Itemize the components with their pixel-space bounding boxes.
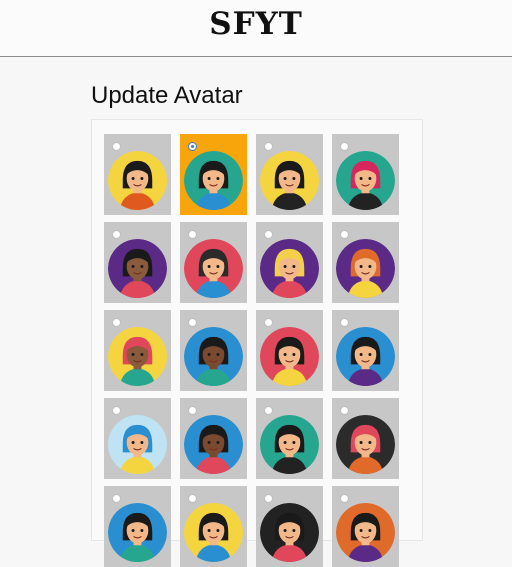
avatar-radio[interactable]	[340, 494, 349, 503]
page-title: Update Avatar	[91, 82, 243, 109]
man-red-spiky-hair-avatar-icon	[336, 415, 395, 474]
woman-blonde-avatar-icon	[260, 239, 319, 298]
woman-bun-avatar-icon	[260, 327, 319, 386]
avatar-radio[interactable]	[188, 494, 197, 503]
avatar-radio[interactable]	[188, 142, 197, 151]
avatar-radio[interactable]	[264, 142, 273, 151]
avatar-option[interactable]	[256, 398, 323, 479]
avatar-radio[interactable]	[188, 318, 197, 327]
woman-dark-hair-avatar-icon	[184, 151, 243, 210]
man-cap-avatar-icon	[108, 327, 167, 386]
avatar-option[interactable]	[180, 222, 247, 303]
avatar-option[interactable]	[180, 398, 247, 479]
avatar-option[interactable]	[104, 486, 171, 567]
avatar-option[interactable]	[180, 134, 247, 215]
woman-braids-avatar-icon	[108, 239, 167, 298]
avatar-option[interactable]	[256, 222, 323, 303]
avatar-radio[interactable]	[340, 230, 349, 239]
sfyt-logo[interactable]: SFYT	[0, 6, 512, 42]
avatar-radio[interactable]	[188, 230, 197, 239]
avatar-option[interactable]	[104, 398, 171, 479]
avatar-option[interactable]	[256, 486, 323, 567]
avatar-radio[interactable]	[340, 406, 349, 415]
woman-necklace-avatar-icon	[184, 327, 243, 386]
avatar-radio[interactable]	[112, 230, 121, 239]
avatar-option[interactable]	[332, 134, 399, 215]
man-beard-avatar-icon	[184, 239, 243, 298]
avatar-radio[interactable]	[188, 406, 197, 415]
avatar-option[interactable]	[256, 310, 323, 391]
avatar-option[interactable]	[332, 486, 399, 567]
avatar-radio[interactable]	[264, 318, 273, 327]
avatar-option[interactable]	[104, 310, 171, 391]
woman-blue-buns-avatar-icon	[108, 415, 167, 474]
avatar-radio[interactable]	[264, 494, 273, 503]
man-ginger-avatar-icon	[336, 239, 395, 298]
avatar-radio[interactable]	[112, 142, 121, 151]
avatar-radio[interactable]	[264, 230, 273, 239]
avatar-option[interactable]	[180, 310, 247, 391]
avatar-option[interactable]	[104, 222, 171, 303]
avatar-option[interactable]	[180, 486, 247, 567]
man-tuxedo-avatar-icon	[260, 415, 319, 474]
woman-pink-hair-avatar-icon	[336, 151, 395, 210]
avatar-radio[interactable]	[264, 406, 273, 415]
avatar-radio[interactable]	[112, 494, 121, 503]
man-black-hair-avatar-icon	[260, 151, 319, 210]
avatar-grid	[104, 134, 404, 567]
top-bar: SFYT	[0, 0, 512, 57]
avatar-option[interactable]	[332, 398, 399, 479]
avatar-radio[interactable]	[340, 142, 349, 151]
woman-bob-avatar-icon	[108, 151, 167, 210]
avatar-radio[interactable]	[112, 406, 121, 415]
avatar-radio[interactable]	[340, 318, 349, 327]
man-dark-beard-avatar-icon	[184, 415, 243, 474]
man-topknot-avatar-icon	[336, 327, 395, 386]
avatar-option[interactable]	[104, 134, 171, 215]
avatar-radio[interactable]	[112, 318, 121, 327]
avatar-option[interactable]	[256, 134, 323, 215]
avatar-option[interactable]	[332, 222, 399, 303]
avatar-option[interactable]	[332, 310, 399, 391]
